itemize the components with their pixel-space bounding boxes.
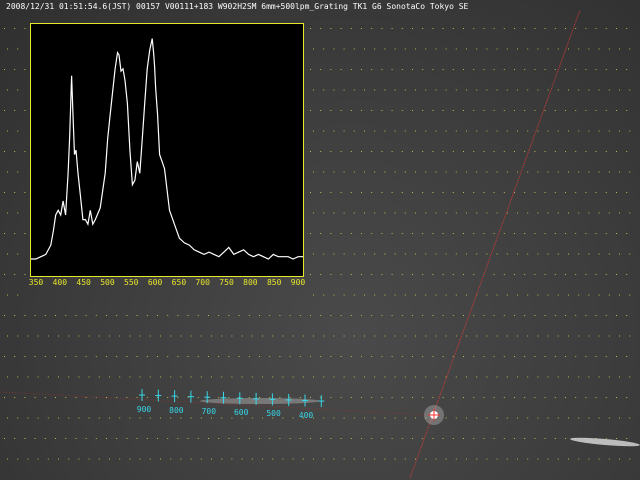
- x-tick-label: 850: [266, 278, 282, 287]
- spectrum-x-axis-ticks: 350 400 450 500 550 600 650 700 750 800 850 900: [26, 278, 316, 292]
- wavelength-label: 700: [201, 407, 217, 417]
- x-tick-label: 400: [52, 278, 68, 287]
- x-tick-label: 500: [100, 278, 115, 287]
- video-frame: 900 800 700 600 500 400 2008/12/31 01:51:54.6…: [0, 0, 640, 480]
- x-tick-label: 600: [147, 278, 163, 287]
- x-tick-label: 700: [195, 278, 210, 287]
- spectrum-plot: [31, 38, 303, 260]
- x-tick-label: 650: [171, 278, 187, 287]
- x-tick-label: 450: [76, 278, 91, 287]
- spectrum-series-line: [31, 38, 303, 260]
- wavelength-label: 600: [233, 408, 249, 418]
- video-caption: 2008/12/31 01:51:54.6(JST) 00157 V00111+…: [6, 2, 469, 11]
- x-tick-label: 750: [219, 278, 234, 287]
- x-tick-label: 350: [28, 278, 44, 287]
- wavelength-label: 400: [298, 410, 314, 420]
- wavelength-label: 900: [136, 405, 152, 414]
- wavelength-label: 800: [169, 406, 184, 416]
- wavelength-label: 500: [266, 409, 281, 419]
- meteor-streak-right: [570, 437, 640, 447]
- x-tick-label: 900: [290, 278, 306, 287]
- spectrum-plot-panel: [30, 23, 304, 277]
- x-tick-label: 800: [243, 278, 258, 287]
- x-tick-label: 550: [124, 278, 139, 287]
